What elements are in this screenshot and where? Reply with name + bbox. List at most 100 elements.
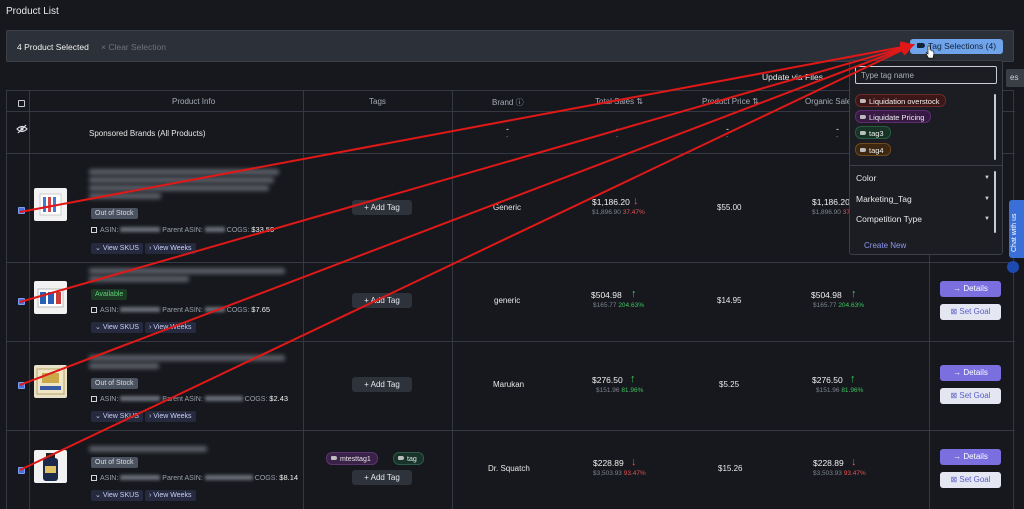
view-skus-button[interactable]: ⌄ View SKUS (91, 322, 143, 333)
total-sales-prev: $151.96 (596, 387, 620, 394)
product-thumbnail[interactable] (34, 450, 67, 483)
add-tag-button[interactable]: + Add Tag (352, 293, 412, 308)
dropdown-scrollbar[interactable] (994, 171, 996, 233)
organic-sales-percent: 204.63% (838, 302, 864, 309)
product-thumbnail[interactable] (34, 188, 67, 221)
view-skus-button[interactable]: ⌄ View SKUS (91, 411, 143, 422)
parent-asin-label: Parent ASIN: (162, 307, 203, 314)
view-skus-label: View SKUS (102, 492, 139, 499)
asin-label: ASIN: (100, 307, 119, 314)
dropdown-tag-label: tag4 (869, 146, 884, 155)
organic-sales-percent: 93.47% (843, 470, 866, 477)
view-weeks-button[interactable]: › View Weeks (145, 411, 196, 422)
tag-search-input[interactable] (855, 66, 997, 84)
column-product-price[interactable]: Product Price ⇅ (702, 97, 759, 106)
price-cell: $5.25 (719, 380, 740, 389)
total-sales-percent: 37.47% (622, 209, 645, 216)
add-tag-button[interactable]: + Add Tag (352, 200, 412, 215)
organic-sales-prev: $1,896.90 (812, 209, 841, 216)
dropdown-category[interactable]: Marketing_Tag (856, 194, 912, 204)
chevron-down-icon: ⌄ (95, 245, 103, 252)
tag-pill-tag[interactable]: tag (393, 452, 424, 465)
row-checkbox[interactable] (18, 382, 25, 389)
row-checkbox[interactable] (18, 298, 25, 305)
dropdown-tag-option[interactable]: Liquidation overstock (855, 94, 947, 107)
tag-icon (917, 43, 925, 48)
clear-selection-button[interactable]: × Clear Selection (101, 42, 166, 52)
total-sales-percent: 204.63% (618, 302, 644, 309)
external-link-icon[interactable] (91, 475, 97, 481)
product-thumbnail[interactable] (34, 281, 67, 314)
total-sales-prev: $165.77 (593, 302, 617, 309)
column-total-sales-label: Total Sales (595, 97, 635, 106)
caret-down-icon[interactable]: ▼ (984, 175, 990, 181)
organic-sales-prev: $165.77 (813, 302, 837, 309)
tag-selections-button[interactable]: Tag Selections (4) (910, 39, 1004, 54)
total-sales-change: $1,896.90 37.47% (592, 209, 645, 216)
edge-button[interactable]: es (1006, 69, 1024, 87)
total-sales-value: $1,186.20 (592, 197, 630, 207)
view-weeks-button[interactable]: › View Weeks (145, 322, 196, 333)
hidden-eye-icon[interactable] (16, 124, 28, 136)
total-sales-value: $276.50 (592, 375, 623, 385)
arrow-right-icon: → (953, 284, 964, 293)
organic-sales-change: $3,503.93 93.47% (813, 470, 866, 477)
details-button[interactable]: → Details (940, 281, 1001, 297)
trend-down-icon: ↓ (631, 456, 637, 468)
cogs-label: COGS: (226, 307, 250, 314)
update-via-files-button[interactable]: Update via Files (762, 72, 823, 82)
column-total-sales[interactable]: Total Sales ⇅ (595, 97, 643, 106)
external-link-icon[interactable] (91, 307, 97, 313)
dropdown-tag-label: Liquidate Pricing (869, 113, 925, 122)
tag-icon (860, 131, 866, 135)
row-checkbox[interactable] (18, 467, 25, 474)
price-cell: $15.26 (718, 464, 743, 473)
set-goal-button[interactable]: ⊠ Set Goal (940, 304, 1001, 320)
sponsored-price-value: - (726, 124, 729, 134)
view-skus-button[interactable]: ⌄ View SKUS (91, 243, 143, 254)
caret-down-icon[interactable]: ▼ (984, 216, 990, 222)
tag-pill-mtesttag1[interactable]: mtesttag1 (326, 452, 378, 465)
tag-label: mtesttag1 (340, 456, 371, 463)
add-tag-button[interactable]: + Add Tag (352, 377, 412, 392)
parent-asin-label: Parent ASIN: (162, 475, 203, 482)
dropdown-scrollbar[interactable] (994, 94, 996, 160)
selection-bar: 4 Product Selected × Clear Selection Tag… (6, 30, 1014, 62)
total-sales-change: $165.77 204.63% (593, 302, 644, 309)
set-goal-button[interactable]: ⊠ Set Goal (940, 472, 1001, 488)
clear-selection-label: Clear Selection (108, 42, 166, 52)
external-link-icon[interactable] (91, 227, 97, 233)
trend-down-icon: ↓ (851, 456, 857, 468)
select-all-checkbox[interactable] (18, 100, 25, 107)
add-tag-button[interactable]: + Add Tag (352, 470, 412, 485)
caret-down-icon[interactable]: ▼ (984, 196, 990, 202)
product-thumbnail[interactable] (34, 365, 67, 398)
details-button[interactable]: → Details (940, 449, 1001, 465)
chat-bubble-icon[interactable] (1007, 261, 1019, 273)
create-new-tag-link[interactable]: Create New (864, 241, 906, 250)
dropdown-tag-option[interactable]: tag4 (855, 143, 891, 156)
view-skus-label: View SKUS (102, 245, 139, 252)
dropdown-category[interactable]: Competition Type (856, 214, 922, 224)
set-goal-button[interactable]: ⊠ Set Goal (940, 388, 1001, 404)
chevron-down-icon: ⌄ (95, 413, 103, 420)
parent-asin-label: Parent ASIN: (162, 227, 203, 234)
view-skus-button[interactable]: ⌄ View SKUS (91, 490, 143, 501)
view-weeks-button[interactable]: › View Weeks (145, 490, 196, 501)
dropdown-tag-option[interactable]: Liquidate Pricing (855, 110, 932, 123)
organic-sales-change: $165.77 204.63% (813, 302, 864, 309)
cogs-label: COGS: (254, 475, 278, 482)
column-brand[interactable]: Brand ⓘ (492, 97, 524, 108)
set-goal-label: Set Goal (959, 475, 991, 484)
sponsored-total-sales-sub: - (616, 134, 619, 141)
sort-icon: ⇅ (636, 97, 644, 106)
stock-badge: Out of Stock (91, 378, 138, 389)
dropdown-category[interactable]: Color (856, 173, 876, 183)
view-weeks-button[interactable]: › View Weeks (145, 243, 196, 254)
asin-label: ASIN: (100, 475, 119, 482)
external-link-icon[interactable] (91, 396, 97, 402)
dropdown-tag-option[interactable]: tag3 (855, 126, 891, 139)
row-checkbox[interactable] (18, 207, 25, 214)
chat-with-us-tab[interactable]: Chat with us (1009, 200, 1024, 258)
details-button[interactable]: → Details (940, 365, 1001, 381)
